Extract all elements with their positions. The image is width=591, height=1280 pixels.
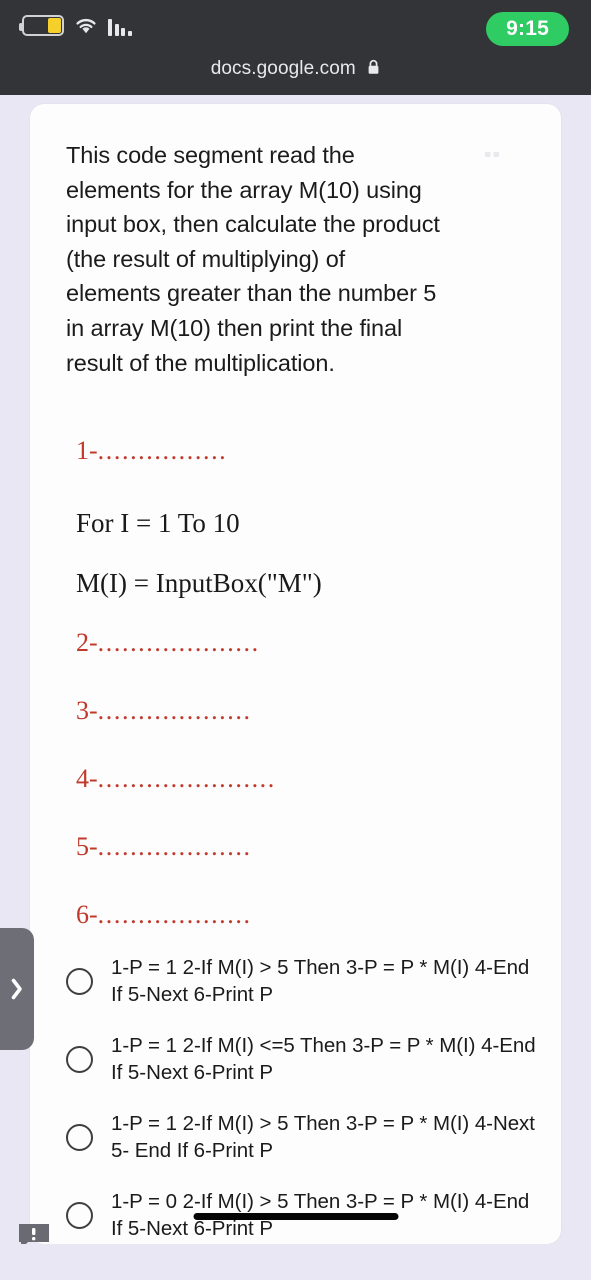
clock-time-pill: 9:15	[486, 12, 569, 47]
cellular-signal-icon	[108, 16, 132, 36]
bottom-strip	[0, 1244, 591, 1280]
blank-line-5: 5-...................	[76, 834, 527, 860]
code-line-for: For I = 1 To 10	[76, 508, 240, 539]
blank-dots-4: ......................	[97, 766, 276, 793]
option-b-label: 1-P = 1 2-If M(I) <=5 Then 3-P = P * M(I…	[111, 1034, 536, 1084]
option-a[interactable]: 1-P = 1 2-If M(I) > 5 Then 3-P = P * M(I…	[66, 952, 539, 1010]
blank-dots-1: ................	[97, 438, 228, 465]
lock-icon	[367, 59, 380, 81]
blank-number-5: 5-	[76, 834, 98, 861]
radio-button-b[interactable]	[66, 1045, 93, 1073]
address-bar[interactable]: docs.google.com	[0, 58, 591, 81]
document-card: This code segment read the elements for …	[30, 104, 561, 1244]
chevron-right-icon	[11, 978, 22, 1000]
code-snippet-block: 1-................ For I = 1 To 10 M(I) …	[66, 438, 527, 928]
blank-number-4: 4-	[76, 766, 98, 793]
option-c-label: 1-P = 1 2-If M(I) > 5 Then 3-P = P * M(I…	[111, 1112, 535, 1162]
sidebar-expand-tab[interactable]	[0, 928, 34, 1050]
blank-number-3: 3-	[76, 698, 98, 725]
blank-number-2: 2-	[76, 630, 98, 657]
battery-fill	[48, 18, 61, 33]
wifi-icon	[76, 18, 96, 33]
question-text: This code segment read the elements for …	[66, 142, 440, 376]
blank-line-4: 4-......................	[76, 766, 527, 792]
blank-dots-6: ...................	[97, 902, 252, 929]
status-bar: 9:15	[0, 0, 591, 56]
blank-line-6: 6-...................	[76, 902, 527, 928]
answer-options-list: 1-P = 1 2-If M(I) > 5 Then 3-P = P * M(I…	[66, 952, 539, 1244]
blank-number-6: 6-	[76, 902, 98, 929]
option-b[interactable]: 1-P = 1 2-If M(I) <=5 Then 3-P = P * M(I…	[66, 1030, 539, 1088]
browser-chrome: 9:15 docs.google.com	[0, 0, 591, 95]
blank-dots-2: ....................	[97, 630, 260, 657]
blank-number-1: 1-	[76, 438, 98, 465]
blank-line-3: 3-...................	[76, 698, 527, 724]
option-a-label: 1-P = 1 2-If M(I) > 5 Then 3-P = P * M(I…	[111, 956, 530, 1006]
phone-screen: 9:15 docs.google.com This code segment r…	[0, 0, 591, 1280]
radio-button-d[interactable]	[66, 1201, 93, 1229]
status-left-group	[19, 15, 132, 36]
option-c[interactable]: 1-P = 1 2-If M(I) > 5 Then 3-P = P * M(I…	[66, 1108, 539, 1166]
page-artifact	[485, 152, 499, 157]
blank-dots-3: ...................	[97, 698, 252, 725]
radio-button-a[interactable]	[66, 967, 93, 995]
blank-line-2: 2-....................	[76, 630, 527, 656]
blank-line-1: 1-................	[76, 438, 527, 464]
home-indicator	[193, 1213, 398, 1220]
blank-dots-5: ...................	[97, 834, 252, 861]
battery-low-icon	[19, 15, 64, 36]
radio-button-c[interactable]	[66, 1123, 93, 1151]
code-line-inputbox: M(I) = InputBox("M")	[76, 568, 322, 599]
url-text: docs.google.com	[210, 58, 356, 79]
